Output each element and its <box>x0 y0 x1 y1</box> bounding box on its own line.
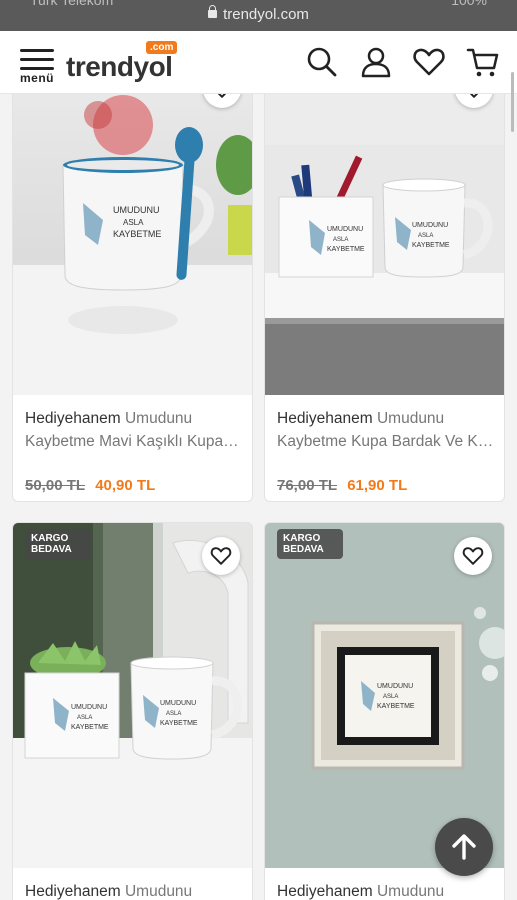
product-title-line1: Umudunu <box>124 883 193 900</box>
free-shipping-badge: KARGO BEDAVA <box>25 529 91 559</box>
svg-text:UMUDUNU: UMUDUNU <box>377 683 413 690</box>
svg-text:ASLA: ASLA <box>383 694 398 700</box>
scroll-to-top-button[interactable] <box>435 818 493 876</box>
svg-text:ASLA: ASLA <box>418 233 433 239</box>
heart-icon <box>217 94 227 98</box>
svg-text:UMUDUNU: UMUDUNU <box>160 700 196 707</box>
app-header: menü trendyol .com <box>0 31 517 94</box>
svg-text:KAYBETME: KAYBETME <box>113 229 161 239</box>
product-title-line1: Umudunu <box>376 410 445 427</box>
product-info: Hediyehanem Umudunu Kaybetme Kupa Bardak… <box>277 407 494 453</box>
favorite-button[interactable] <box>202 537 240 575</box>
product-card[interactable]: UMUDUNU ASLA KAYBETME UMUDUNU ASLA KAYBE… <box>264 94 505 502</box>
product-title: Hediyehanem Umudunu Kaybetme Kupa Bardak… <box>277 407 494 453</box>
old-price: 50,00 TL <box>25 477 86 494</box>
favorite-button[interactable] <box>454 537 492 575</box>
product-grid: UMUDUNU ASLA KAYBETME Hediyehanem Umudun… <box>0 94 517 900</box>
heart-icon[interactable] <box>412 45 446 79</box>
old-price: 76,00 TL <box>277 477 338 494</box>
product-brand: Hediyehanem <box>25 410 121 427</box>
product-title: Hediyehanem Umudunu <box>277 880 494 900</box>
menu-icon-bar <box>20 67 54 70</box>
user-icon[interactable] <box>359 45 393 79</box>
lock-icon <box>208 5 218 18</box>
arrow-up-icon <box>452 834 476 860</box>
discounted-price: 40,90 TL <box>95 477 156 494</box>
battery-label: 100% <box>451 0 487 8</box>
svg-text:UMUDUNU: UMUDUNU <box>327 226 363 233</box>
menu-icon-bar <box>20 49 54 52</box>
product-title: Hediyehanem Umudunu <box>25 880 242 900</box>
svg-text:KAYBETME: KAYBETME <box>377 703 415 710</box>
price-block: 76,00 TL 61,90 TL <box>277 477 407 494</box>
product-card[interactable]: UMUDUNU ASLA KAYBETME Hediyehanem Umudun… <box>12 94 253 502</box>
heart-icon <box>469 94 479 98</box>
svg-text:ASLA: ASLA <box>166 711 181 717</box>
svg-text:KAYBETME: KAYBETME <box>327 246 365 253</box>
url-text: trendyol.com <box>223 6 309 23</box>
svg-text:UMUDUNU: UMUDUNU <box>113 205 160 215</box>
product-brand: Hediyehanem <box>25 883 121 900</box>
cart-icon[interactable] <box>466 45 500 79</box>
product-title-line2: Kaybetme Kupa Bardak Ve Kalemlik <box>277 433 494 450</box>
menu-icon-bar <box>20 58 54 61</box>
product-info: Hediyehanem Umudunu <box>25 880 242 900</box>
url-bar[interactable]: trendyol.com <box>0 5 517 23</box>
discounted-price: 61,90 TL <box>347 477 408 494</box>
scrollbar[interactable] <box>511 72 514 132</box>
svg-text:KAYBETME: KAYBETME <box>71 724 109 731</box>
svg-text:ASLA: ASLA <box>123 218 144 227</box>
heart-icon <box>462 547 484 565</box>
logo-suffix: .com <box>146 41 178 54</box>
product-image[interactable]: UMUDUNU ASLA KAYBETME UMUDUNU ASLA KAYBE… <box>265 94 504 395</box>
product-card[interactable]: UMUDUNU ASLA KAYBETME UMUDUNU ASLA KAYBE… <box>12 522 253 900</box>
product-title: Hediyehanem Umudunu Kaybetme Mavi Kaşıkl… <box>25 407 242 453</box>
price-block: 50,00 TL 40,90 TL <box>25 477 155 494</box>
menu-label: menü <box>20 71 55 85</box>
product-brand: Hediyehanem <box>277 883 373 900</box>
product-title-line1: Umudunu <box>376 883 445 900</box>
product-info: Hediyehanem Umudunu Kaybetme Mavi Kaşıkl… <box>25 407 242 453</box>
logo-word: trendyol <box>66 51 173 82</box>
product-info: Hediyehanem Umudunu <box>277 880 494 900</box>
svg-text:ASLA: ASLA <box>333 237 348 243</box>
svg-text:ASLA: ASLA <box>77 715 92 721</box>
product-image[interactable]: UMUDUNU ASLA KAYBETME <box>265 523 504 868</box>
product-image[interactable]: UMUDUNU ASLA KAYBETME <box>13 94 252 395</box>
product-title-line1: Umudunu <box>124 410 193 427</box>
browser-bar: Turk Telekom trendyol.com 100% <box>0 0 517 31</box>
svg-text:UMUDUNU: UMUDUNU <box>412 222 448 229</box>
svg-text:KAYBETME: KAYBETME <box>412 242 450 249</box>
product-image[interactable]: UMUDUNU ASLA KAYBETME UMUDUNU ASLA KAYBE… <box>13 523 252 868</box>
svg-text:KAYBETME: KAYBETME <box>160 720 198 727</box>
svg-text:UMUDUNU: UMUDUNU <box>71 704 107 711</box>
product-brand: Hediyehanem <box>277 410 373 427</box>
heart-icon <box>210 547 232 565</box>
menu-button[interactable]: menü <box>20 47 56 87</box>
search-icon[interactable] <box>305 45 339 79</box>
free-shipping-badge: KARGO BEDAVA <box>277 529 343 559</box>
product-title-line2: Kaybetme Mavi Kaşıklı Kupa Bardak <box>25 433 242 450</box>
